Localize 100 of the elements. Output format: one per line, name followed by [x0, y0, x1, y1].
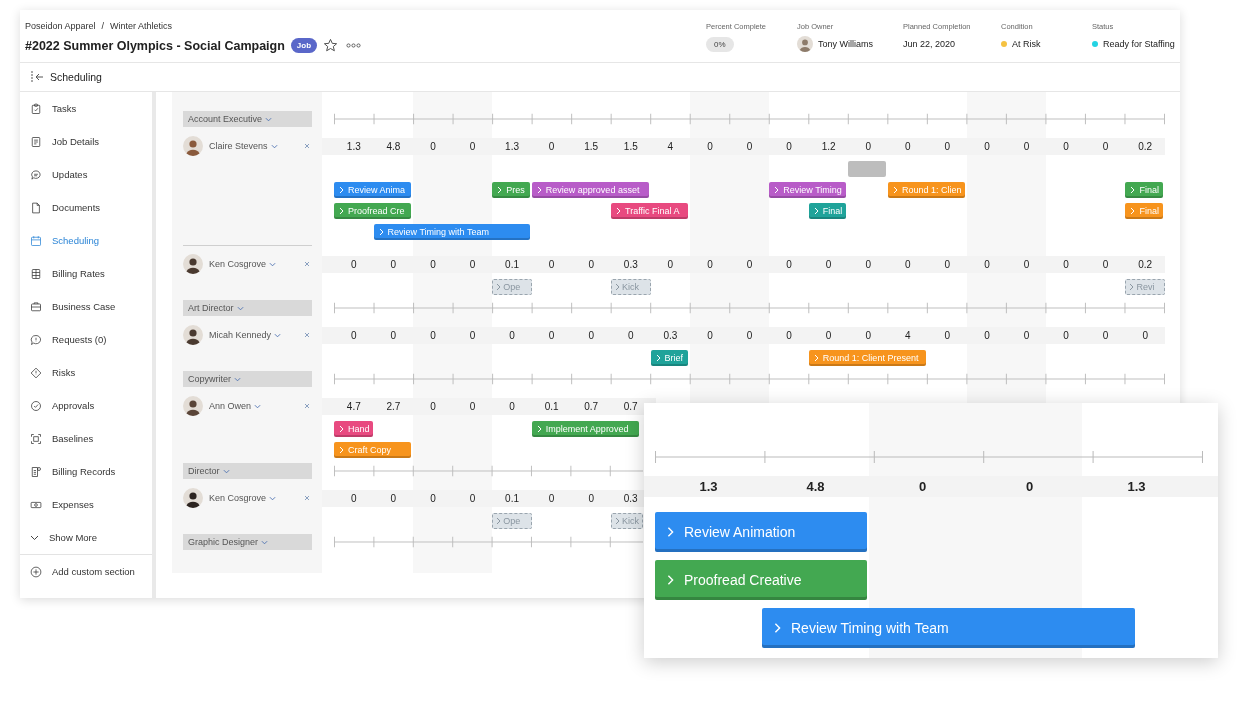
hours-value: 0: [944, 329, 951, 341]
hours-value: 0: [707, 329, 713, 341]
chevron-right-icon: [615, 282, 620, 291]
hours-value: 0: [430, 140, 436, 152]
task-bar[interactable]: Review Timing with Team: [762, 608, 1135, 648]
hours-value: 0: [390, 329, 397, 341]
hours-value: 0: [430, 258, 436, 270]
task-bar[interactable]: Review Timing: [769, 181, 847, 198]
hours-value: 0: [1023, 258, 1030, 270]
hours-value: 0: [1102, 140, 1109, 152]
role-dropdown[interactable]: Graphic Designer: [183, 534, 312, 550]
hours-value: 2.7: [386, 400, 401, 412]
hours-value: 0: [707, 140, 713, 152]
close-icon[interactable]: [304, 403, 310, 409]
frame-icon: [30, 432, 42, 445]
task-bar[interactable]: Review Timing with Team: [373, 223, 530, 240]
person-dropdown[interactable]: Ken Cosgrove: [209, 259, 277, 269]
hours-value: 0: [825, 329, 832, 341]
breadcrumb-link[interactable]: Poseidon Apparel: [25, 21, 96, 31]
hours-value: 0: [1102, 329, 1109, 341]
plus-circle-icon: [30, 565, 42, 578]
sidebar-item[interactable]: Risks: [20, 356, 152, 389]
person-dropdown[interactable]: Ken Cosgrove: [209, 493, 277, 503]
avatar: [183, 254, 203, 274]
job-title: #2022 Summer Olympics - Social Campaign: [25, 38, 285, 53]
chevron-down-icon: [254, 403, 262, 409]
task-bar[interactable]: Traffic Final A: [611, 202, 689, 219]
chevron-down-icon: [274, 332, 282, 338]
hours-value: 1.3: [699, 479, 718, 494]
close-icon[interactable]: [304, 332, 310, 338]
task-bar[interactable]: Hand: [334, 420, 373, 437]
sidebar-item[interactable]: Updates: [20, 158, 152, 191]
table-icon: [30, 267, 42, 280]
sidebar-item[interactable]: Approvals: [20, 389, 152, 422]
chevron-right-icon: [496, 516, 502, 525]
task-bar[interactable]: Brief: [650, 349, 689, 366]
summary-value: At Risk: [1012, 39, 1041, 49]
chevron-right-icon: [1130, 206, 1136, 215]
role-dropdown[interactable]: Art Director: [183, 300, 312, 316]
chevron-right-icon: [667, 526, 674, 538]
hours-value: 1.2: [821, 140, 836, 152]
task-bar[interactable]: Review Animation: [655, 512, 867, 552]
breadcrumb-link[interactable]: Winter Athletics: [110, 21, 173, 31]
task-bar[interactable]: Proofread Creative: [655, 560, 867, 600]
chevron-right-icon: [497, 185, 503, 194]
task-bar[interactable]: Proofread Cre: [334, 202, 412, 219]
hours-value: 0: [628, 329, 634, 341]
chevron-right-icon: [339, 206, 344, 215]
summary-value: Ready for Staffing: [1103, 39, 1175, 49]
hours-value: 0: [1023, 329, 1030, 341]
avatar: [183, 136, 203, 156]
role-dropdown[interactable]: Copywriter: [183, 371, 312, 387]
sidebar-item[interactable]: Expenses: [20, 488, 152, 521]
hours-value: 0: [351, 492, 357, 504]
sidebar-item[interactable]: Job Details: [20, 125, 152, 158]
task-bar[interactable]: Final: [808, 202, 847, 219]
hours-value: 0.1: [505, 258, 519, 270]
close-icon[interactable]: [304, 261, 310, 267]
sidebar-item[interactable]: Baselines: [20, 422, 152, 455]
chevron-right-icon: [339, 424, 344, 433]
chevron-right-icon: [378, 227, 384, 236]
avatar: [183, 488, 203, 508]
task-bar[interactable]: Implement Approved: [531, 420, 639, 437]
person-dropdown[interactable]: Claire Stevens: [209, 141, 278, 151]
avatar: [183, 325, 203, 345]
hours-value: 0.3: [663, 329, 678, 341]
diamond-alert-icon: [30, 366, 42, 379]
chevron-down-icon: [269, 261, 277, 267]
collapse-sidebar-icon[interactable]: [30, 71, 44, 83]
sidebar-item[interactable]: Business Case: [20, 290, 152, 323]
task-bar[interactable]: Final: [1125, 181, 1163, 198]
close-icon[interactable]: [304, 143, 310, 149]
add-section-button[interactable]: Add custom section: [20, 555, 152, 588]
sidebar-item[interactable]: Requests (0): [20, 323, 152, 356]
hours-value: 0: [905, 140, 911, 152]
person-dropdown[interactable]: Ann Owen: [209, 401, 262, 411]
role-dropdown[interactable]: Director: [183, 463, 312, 479]
role-dropdown[interactable]: Account Executive: [183, 111, 312, 127]
sidebar-item[interactable]: Billing Records: [20, 455, 152, 488]
hours-value: 0: [905, 258, 911, 270]
task-bar[interactable]: Review approved asset: [531, 181, 649, 198]
hours-value: 0: [1142, 329, 1148, 341]
more-icon[interactable]: [346, 43, 362, 48]
star-icon[interactable]: [323, 38, 339, 53]
hours-value: 4.8: [386, 140, 401, 152]
sidebar-item[interactable]: Documents: [20, 191, 152, 224]
chevron-right-icon: [616, 206, 621, 215]
chevron-right-icon: [536, 185, 542, 194]
task-bar[interactable]: Pres: [492, 181, 530, 198]
sidebar-item[interactable]: Scheduling: [20, 224, 152, 257]
hours-value: 0: [667, 258, 674, 270]
close-icon[interactable]: [304, 495, 310, 501]
sidebar-item[interactable]: Tasks: [20, 92, 152, 125]
person-dropdown[interactable]: Micah Kennedy: [209, 330, 282, 340]
avatar: [797, 36, 813, 52]
calendar-icon: [30, 234, 42, 247]
hours-value: 0: [469, 400, 476, 412]
show-more-link[interactable]: Show More: [20, 521, 152, 554]
task-bar[interactable]: Review Anima: [334, 181, 412, 198]
sidebar-item[interactable]: Billing Rates: [20, 257, 152, 290]
